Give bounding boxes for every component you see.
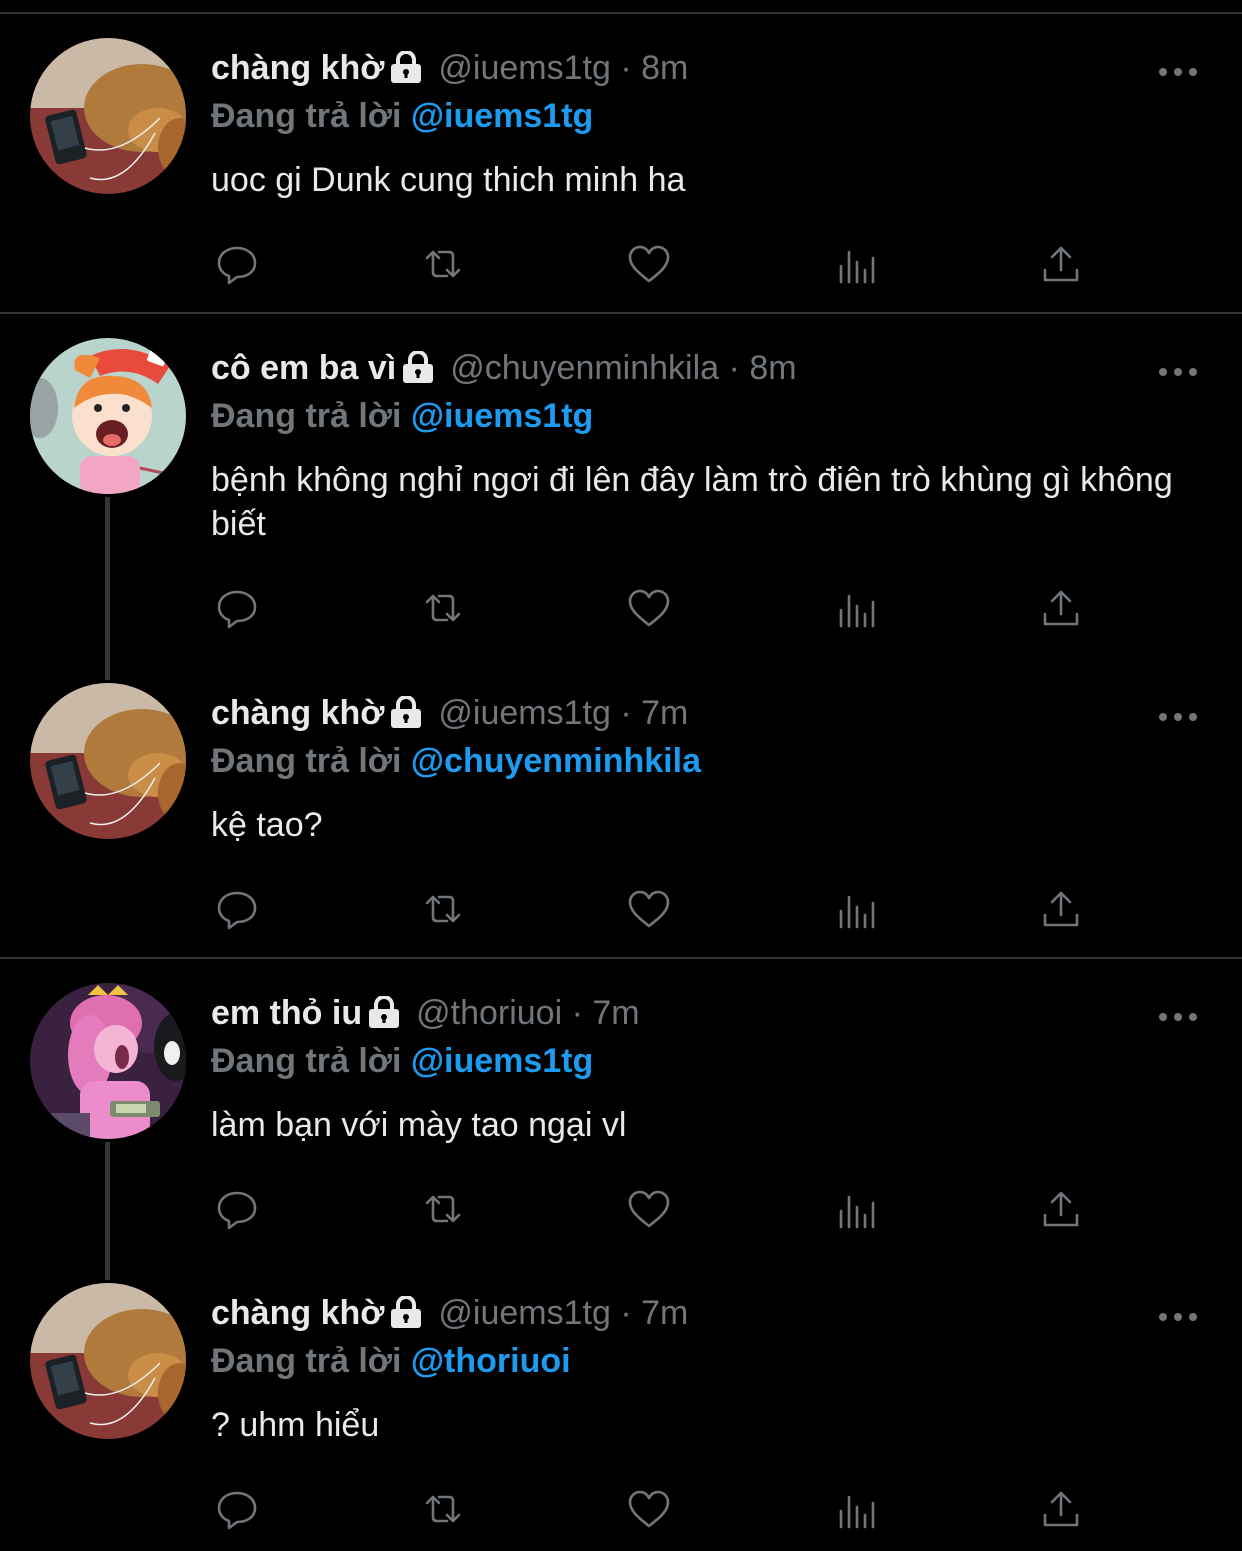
replying-to: Đang trả lời @iuems1tg (211, 396, 593, 436)
avatar[interactable] (30, 1283, 186, 1439)
lock-icon (400, 350, 436, 392)
tweet-text: uoc gi Dunk cung thich minh ha (211, 161, 686, 199)
separator-dot: · (728, 349, 740, 387)
reply-icon[interactable] (213, 240, 261, 288)
like-icon[interactable] (625, 885, 673, 933)
handle[interactable]: @chuyenminhkila (450, 349, 719, 387)
handle[interactable]: @iuems1tg (438, 49, 610, 87)
replying-to: Đang trả lời @iuems1tg (211, 96, 593, 136)
replying-to: Đang trả lời @thoriuoi (211, 1341, 571, 1381)
tweet-text: bệnh không nghỉ ngơi đi lên đây làm trò … (211, 461, 1173, 543)
tweet-actions (211, 240, 1091, 288)
separator-dot: · (620, 49, 632, 87)
like-icon[interactable] (625, 240, 673, 288)
retweet-icon[interactable] (419, 885, 467, 933)
timestamp[interactable]: 7m (592, 994, 639, 1032)
replying-label: Đang trả lời (211, 1342, 402, 1380)
handle[interactable]: @iuems1tg (438, 694, 610, 732)
replying-label: Đang trả lời (211, 97, 402, 135)
avatar[interactable] (30, 338, 186, 494)
more-icon[interactable] (1158, 709, 1198, 727)
separator-dot: · (620, 1294, 632, 1332)
tweet-actions (211, 1485, 1091, 1533)
share-icon[interactable] (1037, 885, 1085, 933)
replying-label: Đang trả lời (211, 1042, 402, 1080)
divider (0, 957, 1242, 959)
reply-mention[interactable]: @iuems1tg (411, 397, 593, 435)
tweet-actions (211, 584, 1091, 632)
tweet-header: em thỏ iu @thoriuoi · 7m (211, 993, 640, 1037)
replying-to: Đang trả lời @iuems1tg (211, 1041, 593, 1081)
timestamp[interactable]: 8m (749, 349, 796, 387)
display-name[interactable]: chàng khờ (211, 49, 384, 87)
lock-icon (388, 695, 424, 737)
views-icon[interactable] (831, 1485, 879, 1533)
tweet-text: kệ tao? (211, 806, 323, 844)
divider (0, 312, 1242, 314)
like-icon[interactable] (625, 1485, 673, 1533)
replying-to: Đang trả lời @chuyenminhkila (211, 741, 701, 781)
tweet-header: chàng khờ @iuems1tg · 8m (211, 48, 688, 92)
thread-line (105, 1142, 110, 1280)
retweet-icon[interactable] (419, 1485, 467, 1533)
separator-dot: · (620, 694, 632, 732)
tweet-actions (211, 1185, 1091, 1233)
reply-icon[interactable] (213, 584, 261, 632)
more-icon[interactable] (1158, 364, 1198, 382)
tweet-actions (211, 885, 1091, 933)
display-name[interactable]: em thỏ iu (211, 994, 362, 1032)
retweet-icon[interactable] (419, 1185, 467, 1233)
tweet-text: ? uhm hiểu (211, 1406, 380, 1444)
views-icon[interactable] (831, 1185, 879, 1233)
more-icon[interactable] (1158, 64, 1198, 82)
tweet-text: làm bạn với mày tao ngại vl (211, 1106, 627, 1144)
views-icon[interactable] (831, 584, 879, 632)
tweet-header: chàng khờ @iuems1tg · 7m (211, 1293, 688, 1337)
thread-line (105, 497, 110, 680)
share-icon[interactable] (1037, 584, 1085, 632)
share-icon[interactable] (1037, 1485, 1085, 1533)
avatar[interactable] (30, 38, 186, 194)
replying-label: Đang trả lời (211, 397, 402, 435)
replying-label: Đang trả lời (211, 742, 402, 780)
retweet-icon[interactable] (419, 240, 467, 288)
timestamp[interactable]: 7m (641, 694, 688, 732)
timestamp[interactable]: 7m (641, 1294, 688, 1332)
tweet-header: chàng khờ @iuems1tg · 7m (211, 693, 688, 737)
lock-icon (388, 50, 424, 92)
share-icon[interactable] (1037, 1185, 1085, 1233)
lock-icon (366, 995, 402, 1037)
handle[interactable]: @iuems1tg (438, 1294, 610, 1332)
retweet-icon[interactable] (419, 584, 467, 632)
reply-icon[interactable] (213, 885, 261, 933)
more-icon[interactable] (1158, 1309, 1198, 1327)
like-icon[interactable] (625, 1185, 673, 1233)
reply-mention[interactable]: @iuems1tg (411, 1042, 593, 1080)
views-icon[interactable] (831, 885, 879, 933)
reply-mention[interactable]: @iuems1tg (411, 97, 593, 135)
tweet-header: cô em ba vì @chuyenminhkila · 8m (211, 348, 797, 392)
lock-icon (388, 1295, 424, 1337)
top-divider (0, 12, 1242, 14)
display-name[interactable]: cô em ba vì (211, 349, 396, 387)
avatar[interactable] (30, 683, 186, 839)
like-icon[interactable] (625, 584, 673, 632)
reply-mention[interactable]: @chuyenminhkila (411, 742, 701, 780)
share-icon[interactable] (1037, 240, 1085, 288)
views-icon[interactable] (831, 240, 879, 288)
handle[interactable]: @thoriuoi (416, 994, 562, 1032)
reply-icon[interactable] (213, 1485, 261, 1533)
more-icon[interactable] (1158, 1009, 1198, 1027)
avatar[interactable] (30, 983, 186, 1139)
reply-icon[interactable] (213, 1185, 261, 1233)
display-name[interactable]: chàng khờ (211, 1294, 384, 1332)
timestamp[interactable]: 8m (641, 49, 688, 87)
display-name[interactable]: chàng khờ (211, 694, 384, 732)
separator-dot: · (571, 994, 583, 1032)
reply-mention[interactable]: @thoriuoi (411, 1342, 571, 1380)
